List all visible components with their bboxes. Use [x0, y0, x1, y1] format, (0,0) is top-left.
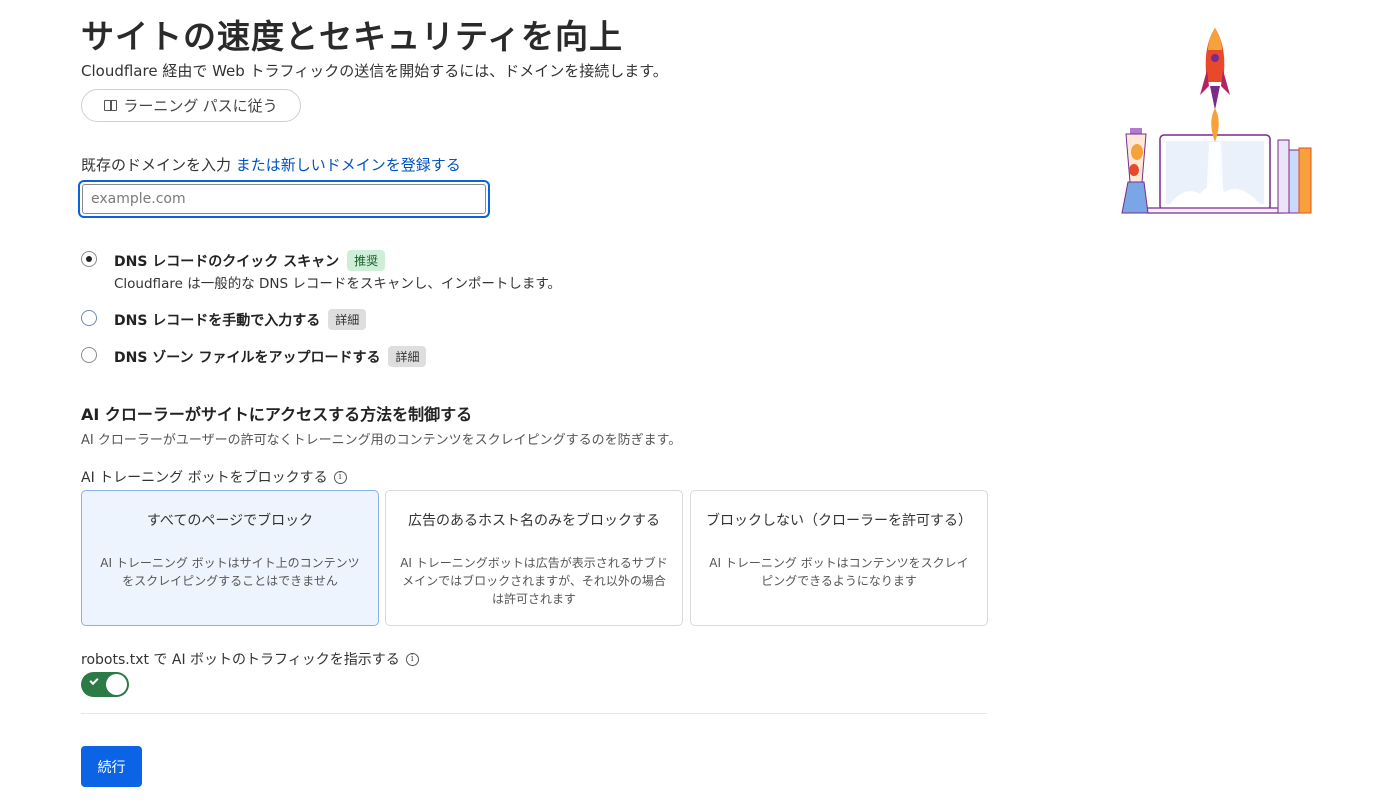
- book-icon: [104, 100, 118, 111]
- option-quick-scan-description: Cloudflare は一般的な DNS レコードをスキャンし、インポートします…: [114, 276, 561, 292]
- learning-path-label: ラーニング パスに従う: [123, 98, 278, 115]
- robots-toggle[interactable]: [81, 672, 129, 697]
- option-quick-scan[interactable]: DNS レコードのクイック スキャン 推奨: [114, 250, 386, 271]
- ai-crawler-description: AI クローラーがユーザーの許可なくトレーニング用のコンテンツをスクレイピングす…: [81, 433, 682, 448]
- radio-zone-upload[interactable]: [81, 347, 97, 363]
- card-allow[interactable]: ブロックしない（クローラーを許可する） AI トレーニング ボットはコンテンツを…: [690, 490, 988, 626]
- card-block-all-title: すべてのページでブロック: [146, 513, 314, 529]
- block-bots-label: AI トレーニング ボットをブロックする: [81, 470, 328, 486]
- radio-quick-scan[interactable]: [81, 251, 97, 267]
- card-block-ads[interactable]: 広告のあるホスト名のみをブロックする AI トレーニングボットは広告が表示される…: [385, 490, 683, 626]
- learning-path-button[interactable]: ラーニング パスに従う: [81, 89, 301, 122]
- option-manual-entry[interactable]: DNS レコードを手動で入力する 詳細: [114, 309, 367, 330]
- info-icon[interactable]: i: [405, 652, 419, 666]
- radio-manual-entry[interactable]: [81, 310, 97, 326]
- toggle-knob: [106, 674, 127, 695]
- robots-label: robots.txt で AI ボットのトラフィックを指示する: [81, 652, 400, 668]
- card-block-ads-description: AI トレーニングボットは広告が表示されるサブドメインではブロックされますが、そ…: [400, 556, 668, 606]
- divider: [81, 713, 987, 714]
- domain-label-row: 既存のドメインを入力 または新しいドメインを登録する: [81, 154, 461, 175]
- block-bots-label-row: AI トレーニング ボットをブロックする i: [81, 467, 347, 487]
- continue-button[interactable]: 続行: [81, 746, 142, 787]
- robots-label-row: robots.txt で AI ボットのトラフィックを指示する i: [81, 649, 419, 669]
- register-domain-link[interactable]: または新しいドメインを登録する: [236, 156, 461, 174]
- card-block-all-description: AI トレーニング ボットはサイト上のコンテンツをスクレイピングすることはできま…: [100, 556, 360, 588]
- advanced-badge: 詳細: [328, 309, 367, 330]
- option-quick-scan-label: DNS レコードのクイック スキャン: [114, 253, 340, 270]
- domain-label: 既存のドメインを入力: [81, 156, 232, 174]
- card-block-ads-title: 広告のあるホスト名のみをブロックする: [408, 513, 660, 529]
- option-zone-upload-label: DNS ゾーン ファイルをアップロードする: [114, 349, 381, 366]
- card-block-all[interactable]: すべてのページでブロック AI トレーニング ボットはサイト上のコンテンツをスク…: [81, 490, 379, 626]
- card-allow-title: ブロックしない（クローラーを許可する）: [706, 513, 972, 529]
- advanced-badge: 詳細: [388, 346, 427, 367]
- domain-input-wrapper: [78, 180, 490, 218]
- info-icon[interactable]: i: [333, 470, 347, 484]
- page-subtitle: Cloudflare 経由で Web トラフィックの送信を開始するには、ドメイン…: [81, 62, 668, 80]
- card-allow-description: AI トレーニング ボットはコンテンツをスクレイピングできるようになります: [709, 556, 969, 588]
- recommended-badge: 推奨: [347, 250, 386, 271]
- page-title: サイトの速度とセキュリティを向上: [81, 17, 624, 56]
- rocket-laptop-illustration: [1121, 28, 1312, 214]
- domain-input[interactable]: [82, 184, 486, 214]
- option-manual-entry-label: DNS レコードを手動で入力する: [114, 312, 321, 329]
- ai-crawler-title: AI クローラーがサイトにアクセスする方法を制御する: [81, 405, 473, 424]
- option-zone-upload[interactable]: DNS ゾーン ファイルをアップロードする 詳細: [114, 346, 427, 367]
- check-icon: [89, 675, 99, 686]
